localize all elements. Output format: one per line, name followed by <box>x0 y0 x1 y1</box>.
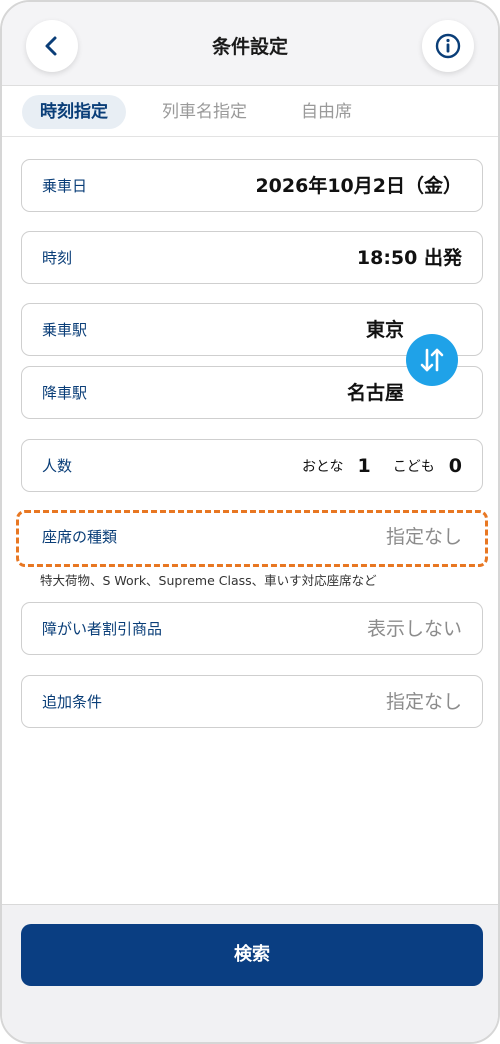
adult-label: おとな <box>301 459 344 475</box>
departure-station-label: 乗車駅 <box>42 321 88 339</box>
tab-time[interactable]: 時刻指定 <box>22 95 126 129</box>
seat-type-field[interactable]: 座席の種類 指定なし <box>16 510 488 567</box>
search-button[interactable]: 検索 <box>21 924 483 986</box>
disability-discount-value: 表示しない <box>366 618 462 640</box>
arrival-station-value: 名古屋 <box>346 382 404 404</box>
footer: 検索 <box>2 904 498 1042</box>
extra-conditions-value: 指定なし <box>385 691 462 713</box>
header: 条件設定 <box>2 2 498 86</box>
departure-station-value: 東京 <box>365 319 404 341</box>
tab-bar: 時刻指定 列車名指定 自由席 <box>2 86 498 137</box>
extra-conditions-field[interactable]: 追加条件 指定なし <box>21 675 483 728</box>
swap-vertical-icon <box>420 348 444 372</box>
time-field[interactable]: 時刻 18:50 出発 <box>21 231 483 284</box>
date-field[interactable]: 乗車日 2026年10月2日（金） <box>21 159 483 212</box>
time-label: 時刻 <box>42 249 73 267</box>
passenger-count-label: 人数 <box>42 457 73 475</box>
extra-conditions-label: 追加条件 <box>42 693 103 711</box>
date-label: 乗車日 <box>42 177 88 195</box>
child-count: 0 <box>448 455 462 477</box>
passenger-counts: おとな 1 こども 0 <box>302 440 462 492</box>
disability-discount-label: 障がい者割引商品 <box>42 620 163 638</box>
passenger-count-field[interactable]: 人数 おとな 1 こども 0 <box>21 439 483 492</box>
disability-discount-field[interactable]: 障がい者割引商品 表示しない <box>21 602 483 655</box>
tab-train-name[interactable]: 列車名指定 <box>144 95 265 129</box>
seat-type-value: 指定なし <box>385 526 462 548</box>
child-label: こども <box>392 459 435 475</box>
swap-stations-button[interactable] <box>406 334 458 386</box>
info-icon <box>435 33 461 59</box>
info-button[interactable] <box>422 20 474 72</box>
app-screen: 条件設定 時刻指定 列車名指定 自由席 乗車日 2026年10月2日（金） 時刻… <box>0 0 500 1044</box>
date-value: 2026年10月2日（金） <box>255 175 462 197</box>
time-value: 18:50 出発 <box>356 247 462 269</box>
seat-type-note: 特大荷物、S Work、Supreme Class、車いす対応座席など <box>40 573 377 588</box>
adult-count: 1 <box>357 455 371 477</box>
tab-non-reserved[interactable]: 自由席 <box>283 95 370 129</box>
seat-type-label: 座席の種類 <box>42 528 118 546</box>
arrival-station-label: 降車駅 <box>42 384 88 402</box>
